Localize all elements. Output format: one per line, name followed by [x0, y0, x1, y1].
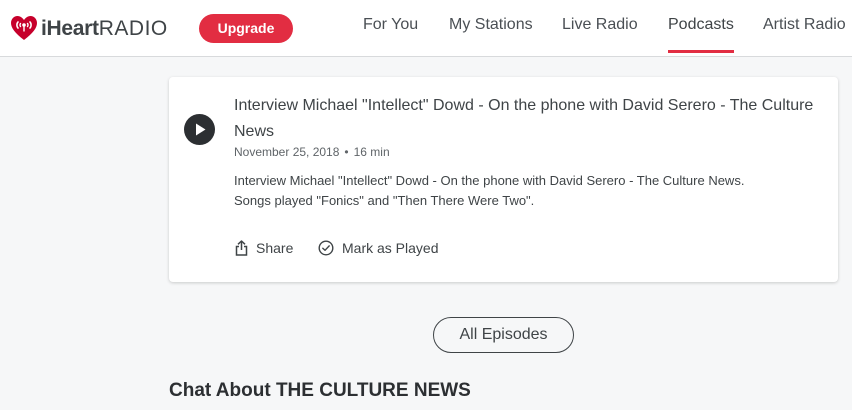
all-episodes-button[interactable]: All Episodes [433, 317, 574, 353]
chat-heading: Chat About THE CULTURE NEWS [169, 380, 471, 401]
share-label: Share [256, 240, 294, 256]
check-circle-icon [318, 240, 334, 256]
share-button[interactable]: Share [235, 239, 293, 257]
nav-item-my-stations[interactable]: My Stations [449, 16, 533, 34]
iheart-logo-icon [11, 16, 37, 40]
active-nav-indicator [668, 50, 734, 53]
top-header: iHeartRADIO Upgrade For You My Stations … [0, 0, 852, 57]
share-icon [235, 240, 248, 256]
play-icon [196, 123, 206, 136]
mark-as-played-label: Mark as Played [342, 240, 439, 256]
nav-item-for-you[interactable]: For You [363, 16, 418, 34]
episode-card: Interview Michael "Intellect" Dowd - On … [169, 77, 838, 282]
episode-meta: November 25, 2018 • 16 min [234, 145, 390, 159]
mark-as-played-button[interactable]: Mark as Played [318, 239, 438, 257]
nav-item-artist-radio[interactable]: Artist Radio [763, 16, 846, 34]
logo-wordmark: iHeartRADIO [41, 18, 168, 39]
nav-item-live-radio[interactable]: Live Radio [562, 16, 638, 34]
episode-date: November 25, 2018 [234, 145, 340, 159]
episode-duration: 16 min [353, 145, 390, 159]
logo-brand-light: RADIO [98, 16, 168, 40]
play-button[interactable] [184, 114, 215, 145]
iheartradio-logo[interactable]: iHeartRADIO [9, 13, 168, 43]
upgrade-button[interactable]: Upgrade [199, 14, 293, 43]
episode-title[interactable]: Interview Michael "Intellect" Dowd - On … [234, 93, 824, 145]
meta-separator: • [344, 145, 349, 159]
nav-item-podcasts[interactable]: Podcasts [668, 16, 734, 34]
logo-brand-bold: iHeart [41, 16, 99, 40]
episode-description: Interview Michael "Intellect" Dowd - On … [234, 173, 745, 208]
